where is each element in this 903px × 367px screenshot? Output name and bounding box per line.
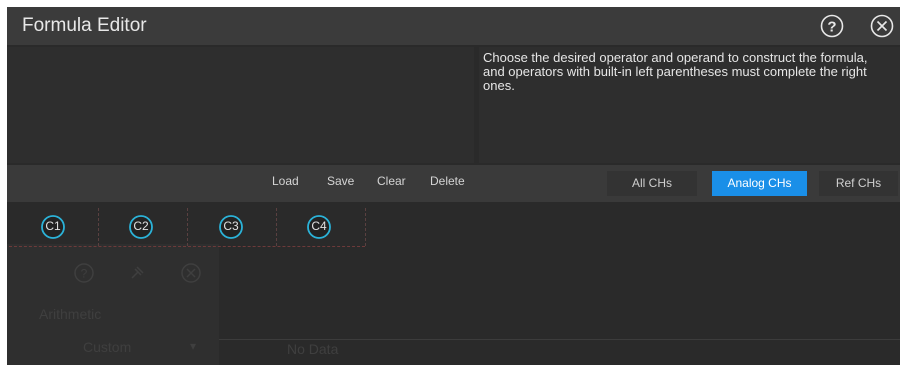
operand-c3-button[interactable]: C3 bbox=[187, 208, 277, 246]
clear-button[interactable]: Clear bbox=[377, 174, 406, 188]
ghost-help-icon: ? bbox=[74, 263, 94, 283]
close-icon[interactable] bbox=[869, 13, 895, 39]
title-bar: Formula Editor ? bbox=[7, 7, 900, 45]
ghost-mode-label: Arithmetic bbox=[39, 306, 102, 322]
operand-label: C1 bbox=[45, 219, 61, 233]
operand-panel: ? Arithmetic Custom ▾ No Data C1 C2 C3 C… bbox=[7, 204, 900, 365]
help-icon[interactable]: ? bbox=[819, 13, 845, 39]
hint-panel: Choose the desired operator and operand … bbox=[479, 47, 900, 163]
ghost-mode-value: Custom bbox=[83, 339, 132, 355]
save-button[interactable]: Save bbox=[327, 174, 354, 188]
operand-label: C2 bbox=[133, 219, 149, 233]
ghost-pin-icon bbox=[131, 266, 144, 279]
svg-text:?: ? bbox=[81, 267, 88, 281]
ghost-close-icon bbox=[181, 263, 201, 283]
operand-c2-button[interactable]: C2 bbox=[98, 208, 188, 246]
tab-ref-channels[interactable]: Ref CHs bbox=[819, 171, 898, 196]
ghost-divider bbox=[219, 339, 900, 340]
dialog-title: Formula Editor bbox=[22, 15, 147, 36]
load-button[interactable]: Load bbox=[272, 174, 299, 188]
formula-input[interactable] bbox=[7, 47, 474, 163]
tab-all-channels[interactable]: All CHs bbox=[607, 171, 697, 196]
delete-button[interactable]: Delete bbox=[430, 174, 465, 188]
ghost-chevron-down-icon: ▾ bbox=[190, 339, 197, 353]
operand-label: C4 bbox=[311, 219, 327, 233]
ghost-underlay-text: No Data bbox=[287, 341, 339, 357]
background-panel: ? Arithmetic Custom ▾ bbox=[7, 244, 219, 365]
formula-editor-dialog: Formula Editor ? Choose the desired oper… bbox=[7, 7, 900, 365]
tab-analog-channels[interactable]: Analog CHs bbox=[712, 171, 807, 196]
hint-text: Choose the desired operator and operand … bbox=[483, 50, 868, 93]
operand-c1-button[interactable]: C1 bbox=[9, 208, 99, 246]
formula-toolbar: Load Save Clear Delete All CHs Analog CH… bbox=[7, 165, 900, 202]
operand-row: C1 C2 C3 C4 bbox=[9, 208, 366, 247]
operand-c4-button[interactable]: C4 bbox=[276, 208, 366, 246]
svg-text:?: ? bbox=[827, 19, 836, 36]
operand-label: C3 bbox=[223, 219, 239, 233]
